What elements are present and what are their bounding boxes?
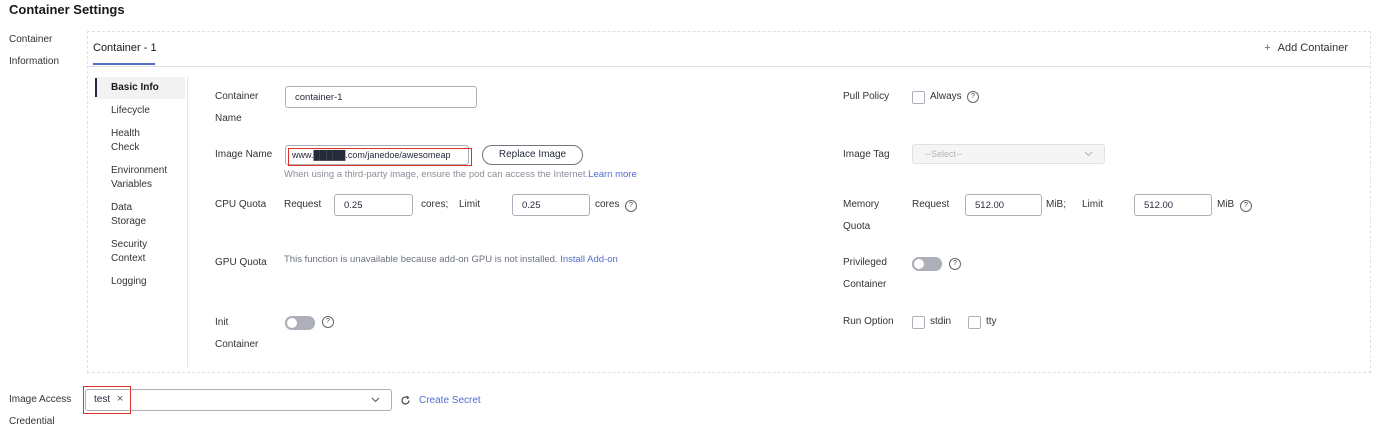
subnav-security-line1: Security bbox=[111, 239, 148, 250]
privileged-container-label: Privileged Container bbox=[843, 252, 887, 296]
subnav-item-data-storage[interactable]: Data Storage bbox=[111, 201, 181, 229]
cpu-request-unit: cores; bbox=[421, 199, 449, 210]
always-checkbox[interactable] bbox=[912, 91, 925, 104]
image-tag-label: Image Tag bbox=[843, 149, 890, 160]
subnav-item-security-context[interactable]: Security Context bbox=[111, 238, 181, 266]
init-container-toggle[interactable] bbox=[285, 316, 315, 330]
always-label: Always bbox=[930, 91, 962, 102]
image-access-credential-label: Image Access Credential bbox=[9, 389, 71, 433]
cpu-request-input[interactable] bbox=[334, 194, 413, 216]
container-name-label-line2: Name bbox=[215, 113, 242, 124]
subnav-active-indicator bbox=[95, 78, 97, 97]
tty-label: tty bbox=[986, 316, 997, 327]
create-secret-link[interactable]: Create Secret bbox=[419, 395, 481, 406]
cpu-quota-label: CPU Quota bbox=[215, 199, 267, 210]
chevron-down-icon bbox=[1084, 151, 1093, 157]
memory-help-icon[interactable]: ? bbox=[1240, 200, 1252, 212]
container-name-label: Container Name bbox=[215, 86, 258, 130]
pull-policy-help-icon[interactable]: ? bbox=[967, 91, 979, 103]
subnav-item-logging[interactable]: Logging bbox=[111, 275, 181, 289]
container-name-label-line1: Container bbox=[215, 91, 259, 102]
add-container-button[interactable]: + Add Container bbox=[1264, 42, 1348, 54]
subnav-health-line2: Check bbox=[111, 142, 140, 153]
replace-image-button[interactable]: Replace Image bbox=[482, 145, 583, 165]
container-panel: Container - 1 + Add Container Basic Info … bbox=[87, 31, 1371, 373]
image-tag-placeholder: --Select-- bbox=[925, 149, 963, 159]
image-access-label-line1: Image Access bbox=[9, 394, 72, 405]
memory-limit-unit: MiB bbox=[1217, 199, 1235, 210]
page-title: Container Settings bbox=[9, 2, 125, 17]
init-container-label-line2: Container bbox=[215, 339, 259, 350]
image-access-label-line2: Credential bbox=[9, 416, 55, 427]
subnav-data-line2: Storage bbox=[111, 216, 147, 227]
container-information-label-line1: Container bbox=[9, 34, 53, 45]
image-tag-select: --Select-- bbox=[912, 144, 1105, 164]
init-container-label: Init Container bbox=[215, 312, 258, 356]
active-tab-underline bbox=[93, 63, 155, 65]
image-name-highlight bbox=[288, 148, 472, 166]
subnav-item-environment-variables[interactable]: Environment Variables bbox=[111, 164, 181, 192]
memory-quota-label: Memory Quota bbox=[843, 194, 879, 238]
privileged-container-label-line2: Container bbox=[843, 279, 887, 290]
privileged-container-label-line1: Privileged bbox=[843, 257, 887, 268]
memory-request-unit: MiB; bbox=[1046, 199, 1066, 210]
container-subnav: Basic Info Lifecycle Health Check Enviro… bbox=[95, 77, 188, 367]
add-container-label: Add Container bbox=[1277, 42, 1348, 54]
cpu-limit-input[interactable] bbox=[512, 194, 590, 216]
pull-policy-label: Pull Policy bbox=[843, 91, 890, 102]
privileged-help-icon[interactable]: ? bbox=[949, 258, 961, 270]
stdin-checkbox[interactable] bbox=[912, 316, 925, 329]
cpu-limit-label: Limit bbox=[459, 199, 481, 210]
credential-tag-highlight bbox=[83, 386, 131, 414]
memory-request-label: Request bbox=[912, 199, 950, 210]
subnav-item-lifecycle[interactable]: Lifecycle bbox=[111, 104, 181, 118]
install-addon-link[interactable]: Install Add-on bbox=[560, 254, 618, 265]
container-information-label: Container Information bbox=[9, 29, 59, 73]
cpu-request-label: Request bbox=[284, 199, 322, 210]
image-access-credential-select[interactable] bbox=[85, 389, 392, 411]
plus-icon: + bbox=[1264, 42, 1271, 54]
container-tabbar: Container - 1 + Add Container bbox=[88, 32, 1370, 67]
chevron-down-icon bbox=[371, 397, 380, 403]
subnav-data-line1: Data bbox=[111, 202, 133, 213]
memory-request-input[interactable] bbox=[965, 194, 1042, 216]
cpu-help-icon[interactable]: ? bbox=[625, 200, 637, 212]
privileged-container-toggle[interactable] bbox=[912, 257, 942, 271]
subnav-env-line2: Variables bbox=[111, 179, 152, 190]
image-hint: When using a third-party image, ensure t… bbox=[284, 169, 637, 180]
image-hint-text: When using a third-party image, ensure t… bbox=[284, 169, 589, 180]
container-information-label-line2: Information bbox=[9, 56, 60, 67]
privileged-container-toggle-knob bbox=[912, 257, 942, 271]
image-name-label: Image Name bbox=[215, 149, 273, 160]
memory-quota-label-line2: Quota bbox=[843, 221, 871, 232]
subnav-item-health-check[interactable]: Health Check bbox=[111, 127, 181, 155]
gpu-hint-text: This function is unavailable because add… bbox=[284, 254, 558, 265]
tty-checkbox[interactable] bbox=[968, 316, 981, 329]
tab-container-1[interactable]: Container - 1 bbox=[93, 42, 157, 54]
subnav-security-line2: Context bbox=[111, 253, 146, 264]
subnav-env-line1: Environment bbox=[111, 165, 168, 176]
init-container-help-icon[interactable]: ? bbox=[322, 316, 334, 328]
memory-quota-label-line1: Memory bbox=[843, 199, 880, 210]
learn-more-link[interactable]: Learn more bbox=[588, 169, 637, 180]
init-container-toggle-knob bbox=[285, 316, 315, 330]
cpu-limit-unit: cores bbox=[595, 199, 620, 210]
refresh-icon[interactable] bbox=[400, 395, 411, 406]
init-container-label-line1: Init bbox=[215, 317, 229, 328]
memory-limit-label: Limit bbox=[1082, 199, 1104, 210]
gpu-quota-label: GPU Quota bbox=[215, 257, 267, 268]
stdin-label: stdin bbox=[930, 316, 952, 327]
container-name-input[interactable] bbox=[285, 86, 477, 108]
memory-limit-input[interactable] bbox=[1134, 194, 1212, 216]
subnav-item-basic-info[interactable]: Basic Info bbox=[111, 81, 181, 95]
gpu-hint: This function is unavailable because add… bbox=[284, 254, 618, 265]
subnav-health-line1: Health bbox=[111, 128, 140, 139]
run-option-label: Run Option bbox=[843, 316, 894, 327]
